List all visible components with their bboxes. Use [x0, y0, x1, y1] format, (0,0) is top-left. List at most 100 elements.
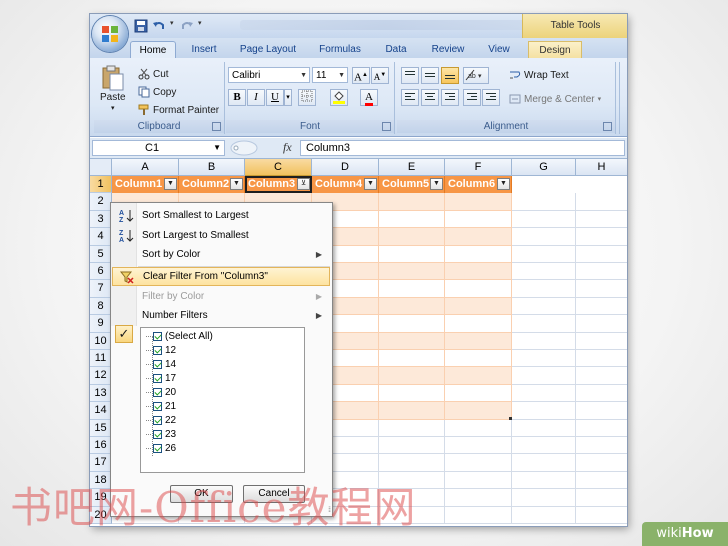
column-header-e[interactable]: E [379, 159, 445, 176]
checkbox-icon[interactable] [153, 401, 162, 411]
shrink-font-button[interactable]: A▼ [371, 67, 389, 84]
list-item[interactable]: 14 [146, 358, 176, 372]
row-header-6[interactable]: 6 [90, 263, 112, 281]
table-resize-handle[interactable] [509, 416, 512, 420]
cell-g15[interactable] [512, 419, 576, 437]
cell-e10[interactable] [379, 332, 445, 350]
checkbox-icon[interactable] [153, 415, 162, 425]
cell-f8[interactable] [445, 297, 512, 316]
merge-center-button[interactable]: Merge & Center ▾ [509, 93, 601, 105]
cell-g4[interactable] [512, 228, 576, 246]
customize-toolbar-icon[interactable]: ▾ [198, 19, 206, 33]
bottom-align-button[interactable] [441, 67, 459, 84]
tab-insert[interactable]: Insert [184, 41, 224, 58]
row-header-7[interactable]: 7 [90, 280, 112, 298]
cell-h9[interactable] [576, 315, 627, 333]
checkbox-icon[interactable] [153, 331, 162, 341]
row-header-9[interactable]: 9 [90, 315, 112, 333]
font-size-combo[interactable]: 11 ▼ [312, 67, 348, 83]
filter-by-color-item[interactable]: Filter by Color ▶ [112, 287, 330, 306]
cell-g3[interactable] [512, 210, 576, 229]
cell-g18[interactable] [512, 471, 576, 490]
cell-f19[interactable] [445, 489, 512, 507]
cell-h10[interactable] [576, 333, 627, 350]
cell-g10[interactable] [512, 332, 576, 350]
cell-f14[interactable] [445, 402, 512, 420]
row-header-12[interactable]: 12 [90, 367, 112, 385]
list-item[interactable]: 23 [146, 428, 176, 442]
row-header-4[interactable]: 4 [90, 228, 112, 246]
list-item[interactable]: 22 [146, 414, 176, 428]
tab-home[interactable]: Home [130, 41, 176, 59]
copy-button[interactable]: Copy [138, 86, 176, 98]
cell-g8[interactable] [512, 297, 576, 316]
borders-button[interactable] [298, 89, 316, 106]
row-header-16[interactable]: 16 [90, 437, 112, 455]
cell-h6[interactable] [576, 263, 627, 281]
row-header-1[interactable]: 1 [90, 176, 112, 194]
cell-g17[interactable] [512, 454, 576, 472]
cell-e5[interactable] [379, 245, 445, 263]
cell-e3[interactable] [379, 210, 445, 229]
cell-e12[interactable] [379, 367, 445, 385]
cell-h3[interactable] [576, 211, 627, 229]
column-header-d[interactable]: D [312, 159, 379, 176]
number-filters-item[interactable]: Number Filters ▶ [112, 306, 330, 325]
cell-f20[interactable] [445, 506, 512, 524]
row-header-15[interactable]: 15 [90, 419, 112, 437]
cell-e4[interactable] [379, 228, 445, 246]
cell-h19[interactable] [576, 489, 627, 507]
insert-function-button[interactable]: fx [283, 140, 292, 155]
row-header-17[interactable]: 17 [90, 454, 112, 472]
filter-dropdown-icon[interactable]: ▼ [164, 178, 177, 190]
filter-dropdown-icon[interactable]: ▼ [230, 178, 243, 190]
checkbox-icon[interactable] [153, 429, 162, 439]
cell-f11[interactable] [445, 350, 512, 368]
list-item[interactable]: 26 [146, 442, 176, 456]
font-launcher-icon[interactable] [382, 122, 391, 131]
underline-button[interactable]: U [266, 89, 284, 106]
list-item-select-all[interactable]: (Select All) [146, 330, 213, 344]
cell-g9[interactable] [512, 315, 576, 333]
cell-f10[interactable] [445, 332, 512, 350]
cell-h4[interactable] [576, 228, 627, 246]
cell-e14[interactable] [379, 402, 445, 420]
sort-by-color-item[interactable]: Sort by Color ▶ [112, 245, 330, 264]
redo-icon[interactable] [180, 19, 194, 33]
tab-formulas[interactable]: Formulas [314, 41, 366, 58]
cell-f9[interactable] [445, 315, 512, 333]
cell-h2[interactable] [576, 193, 627, 211]
cell-f12[interactable] [445, 367, 512, 385]
column-header-c[interactable]: C [245, 159, 312, 176]
cell-h11[interactable] [576, 350, 627, 368]
name-box[interactable]: C1 ▼ [92, 140, 225, 156]
alignment-launcher-icon[interactable] [603, 122, 612, 131]
cell-e9[interactable] [379, 315, 445, 333]
cell-e6[interactable] [379, 263, 445, 281]
align-left-button[interactable] [401, 89, 419, 106]
checkbox-icon[interactable] [153, 443, 162, 453]
row-header-13[interactable]: 13 [90, 384, 112, 403]
paste-dropdown-icon[interactable]: ▾ [111, 104, 115, 112]
formula-input[interactable]: Column3 [300, 140, 625, 156]
font-name-combo[interactable]: Calibri ▼ [228, 67, 310, 83]
cell-h15[interactable] [576, 420, 627, 437]
decrease-indent-button[interactable] [463, 89, 481, 106]
cell-e15[interactable] [379, 419, 445, 437]
list-item[interactable]: 21 [146, 400, 176, 414]
cell-g12[interactable] [512, 367, 576, 385]
list-item[interactable]: 17 [146, 372, 176, 386]
tab-review[interactable]: Review [426, 41, 470, 58]
cell-g20[interactable] [512, 506, 576, 524]
cell-h14[interactable] [576, 402, 627, 420]
filter-dropdown-icon[interactable]: ▼ [364, 178, 377, 190]
cell-e17[interactable] [379, 454, 445, 472]
cell-f3[interactable] [445, 210, 512, 229]
tab-page-layout[interactable]: Page Layout [235, 41, 301, 58]
checkbox-icon[interactable] [153, 359, 162, 369]
cell-h5[interactable] [576, 246, 627, 263]
undo-icon[interactable] [152, 19, 166, 33]
align-right-button[interactable] [441, 89, 459, 106]
cell-e7[interactable] [379, 280, 445, 298]
cut-button[interactable]: Cut [138, 68, 169, 80]
